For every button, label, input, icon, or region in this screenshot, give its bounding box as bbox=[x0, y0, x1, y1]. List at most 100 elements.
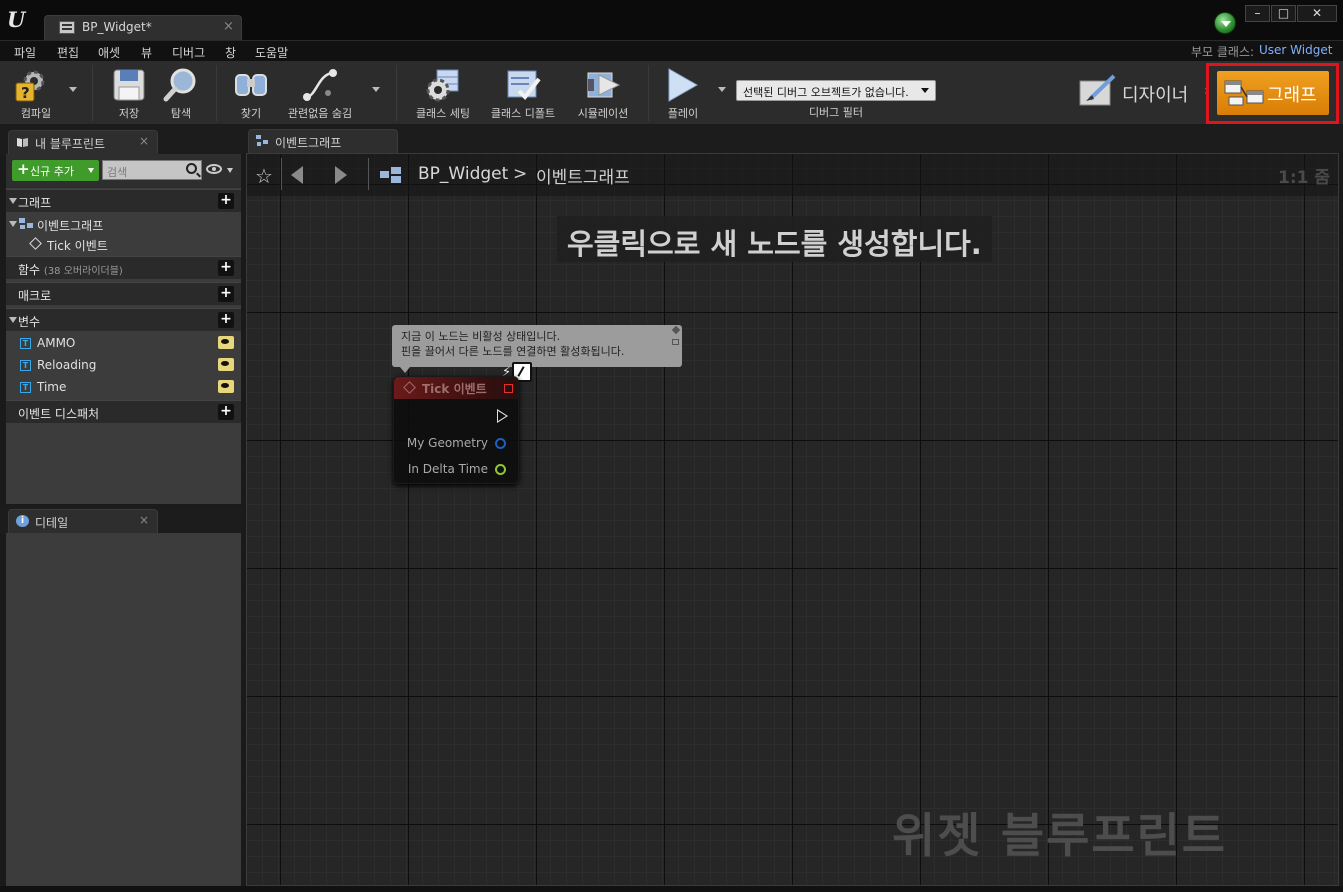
add-function-button[interactable]: + bbox=[218, 260, 234, 276]
bookmark-star-icon[interactable]: ☆ bbox=[255, 164, 273, 188]
my-blueprint-panel: + 신규 추가 검색 그래프 + 이벤트그래프 Tick 이벤트 함수 (38 … bbox=[6, 154, 241, 504]
variable-row[interactable]: T Time bbox=[6, 377, 241, 397]
section-event-dispatchers[interactable]: 이벤트 디스패처 + bbox=[6, 400, 241, 423]
node-comment-bubble: 지금 이 노드는 비활성 상태입니다. 핀을 끌어서 다른 노드를 연결하면 활… bbox=[392, 325, 682, 373]
tree-item-tick-event[interactable]: Tick 이벤트 bbox=[6, 234, 241, 254]
visibility-eye-icon[interactable] bbox=[218, 380, 234, 393]
node-title: Tick 이벤트 bbox=[422, 382, 487, 396]
back-arrow-icon[interactable] bbox=[291, 166, 303, 184]
class-settings-button[interactable]: 클래스 세팅 bbox=[408, 61, 478, 123]
menu-window[interactable]: 창 bbox=[225, 44, 236, 61]
hide-unrelated-button[interactable]: 관련없음 숨김 bbox=[282, 61, 358, 123]
variable-row[interactable]: T Reloading bbox=[6, 355, 241, 375]
find-button[interactable]: 찾기 bbox=[226, 61, 276, 123]
find-label: 찾기 bbox=[240, 107, 262, 120]
tick-event-node[interactable]: Tick 이벤트 My Geometry In Delta Time bbox=[393, 376, 519, 484]
graph-mode-button[interactable]: 그래프 bbox=[1217, 71, 1329, 115]
minimize-button[interactable]: – bbox=[1245, 5, 1270, 22]
binoculars-icon bbox=[235, 74, 267, 96]
add-variable-button[interactable]: + bbox=[218, 312, 234, 328]
simulation-label: 시뮬레이션 bbox=[577, 107, 629, 120]
simulation-icon bbox=[587, 72, 621, 98]
browse-button[interactable]: 탐색 bbox=[156, 61, 206, 123]
tab-my-blueprint-label: 내 블루프린트 bbox=[35, 137, 106, 151]
compile-gear-icon: ? bbox=[15, 70, 45, 102]
menu-debug[interactable]: 디버그 bbox=[172, 44, 205, 61]
svg-text:?: ? bbox=[21, 84, 30, 102]
simulation-button[interactable]: 시뮬레이션 bbox=[568, 61, 638, 123]
menu-asset[interactable]: 애셋 bbox=[98, 44, 120, 61]
float-output-pin[interactable] bbox=[495, 464, 506, 475]
document-tab-bp-widget[interactable]: BP_Widget* × bbox=[44, 15, 242, 40]
menu-help[interactable]: 도움말 bbox=[255, 44, 288, 61]
tab-my-blueprint[interactable]: 내 블루프린트 × bbox=[8, 130, 158, 154]
info-icon: i bbox=[16, 515, 29, 527]
save-disk-icon bbox=[113, 69, 145, 101]
collapse-triangle-icon[interactable] bbox=[9, 221, 17, 227]
toolbar-separator bbox=[92, 65, 93, 121]
add-graph-button[interactable]: + bbox=[218, 193, 234, 209]
designer-mode-label: 디자이너 bbox=[1122, 85, 1189, 106]
breadcrumb-blueprint[interactable]: BP_Widget bbox=[418, 164, 508, 184]
tree-item-event-graph[interactable]: 이벤트그래프 bbox=[6, 214, 241, 234]
exec-output-pin[interactable] bbox=[497, 409, 508, 423]
graph-canvas[interactable]: ☆ BP_Widget > 이벤트그래프 1:1 줌 우클릭으로 새 노드를 생… bbox=[246, 153, 1339, 886]
section-variables-label: 변수 bbox=[18, 315, 41, 329]
visibility-eye-icon[interactable] bbox=[218, 358, 234, 371]
play-button[interactable]: 플레이 bbox=[656, 61, 710, 123]
hide-unrelated-icon bbox=[303, 69, 337, 101]
tab-event-graph[interactable]: 이벤트그래프 bbox=[248, 129, 398, 153]
close-icon[interactable]: × bbox=[139, 134, 149, 148]
chevron-down-icon bbox=[88, 168, 94, 173]
collapse-triangle-icon[interactable] bbox=[9, 317, 17, 323]
debug-object-select-value: 선택된 디버그 오브젝트가 없습니다. bbox=[743, 86, 909, 99]
node-header: Tick 이벤트 bbox=[394, 377, 518, 399]
magnifier-icon bbox=[163, 68, 196, 102]
visibility-eye-icon[interactable] bbox=[218, 336, 234, 349]
play-options-chevron-icon[interactable] bbox=[718, 87, 726, 92]
menu-edit[interactable]: 편집 bbox=[57, 44, 79, 61]
collapse-triangle-icon[interactable] bbox=[9, 198, 17, 204]
maximize-button[interactable]: □ bbox=[1271, 5, 1296, 22]
tab-details[interactable]: i 디테일 × bbox=[8, 509, 158, 533]
debug-object-select[interactable]: 선택된 디버그 오브젝트가 없습니다. bbox=[736, 80, 936, 101]
menu-view[interactable]: 뷰 bbox=[141, 44, 152, 61]
section-functions[interactable]: 함수 (38 오버라이더블) + bbox=[6, 256, 241, 279]
comment-toggle-icon[interactable] bbox=[672, 339, 679, 345]
class-defaults-button[interactable]: 클래스 디폴트 bbox=[484, 61, 562, 123]
add-new-button[interactable]: + 신규 추가 bbox=[12, 160, 99, 181]
event-graph-icon bbox=[19, 218, 33, 229]
designer-mode-button[interactable]: 디자이너 bbox=[1076, 71, 1206, 113]
close-icon[interactable]: × bbox=[139, 513, 149, 527]
blueprint-search-input[interactable]: 검색 bbox=[102, 160, 202, 180]
forward-arrow-icon[interactable] bbox=[335, 166, 347, 184]
update-badge-icon[interactable] bbox=[1214, 12, 1236, 34]
create-node-hint: 우클릭으로 새 노드를 생성합니다. bbox=[557, 216, 992, 262]
section-variables[interactable]: 변수 + bbox=[6, 308, 241, 331]
chevron-down-icon[interactable] bbox=[227, 168, 233, 173]
close-icon[interactable]: × bbox=[223, 19, 234, 34]
comment-line: 지금 이 노드는 비활성 상태입니다. bbox=[401, 330, 561, 343]
browse-label: 탐색 bbox=[170, 107, 192, 120]
view-options-eye-icon[interactable] bbox=[206, 164, 222, 174]
graph-mode-label: 그래프 bbox=[1267, 85, 1317, 106]
add-macro-button[interactable]: + bbox=[218, 286, 234, 302]
hide-unrelated-chevron-icon[interactable] bbox=[372, 87, 380, 92]
search-placeholder: 검색 bbox=[107, 166, 128, 179]
compile-options-chevron-icon[interactable] bbox=[69, 87, 77, 92]
section-macros[interactable]: 매크로 + bbox=[6, 282, 241, 305]
add-event-dispatcher-button[interactable]: + bbox=[218, 404, 234, 420]
compile-button[interactable]: ? 컴파일 bbox=[6, 61, 66, 123]
tree-item-event-graph-label: 이벤트그래프 bbox=[37, 219, 104, 233]
close-window-button[interactable]: ✕ bbox=[1297, 5, 1337, 22]
section-graphs[interactable]: 그래프 + bbox=[6, 189, 241, 212]
delegate-pin[interactable] bbox=[504, 384, 513, 393]
debug-filter-label: 디버그 필터 bbox=[808, 106, 864, 119]
parent-class-link[interactable]: User Widget bbox=[1259, 43, 1332, 57]
event-graph-icon bbox=[380, 167, 401, 183]
breadcrumb-graph[interactable]: 이벤트그래프 bbox=[536, 163, 630, 188]
variable-row[interactable]: T AMMO bbox=[6, 333, 241, 353]
menu-file[interactable]: 파일 bbox=[14, 44, 36, 61]
geometry-output-pin[interactable] bbox=[495, 438, 506, 449]
save-button[interactable]: 저장 bbox=[104, 61, 154, 123]
